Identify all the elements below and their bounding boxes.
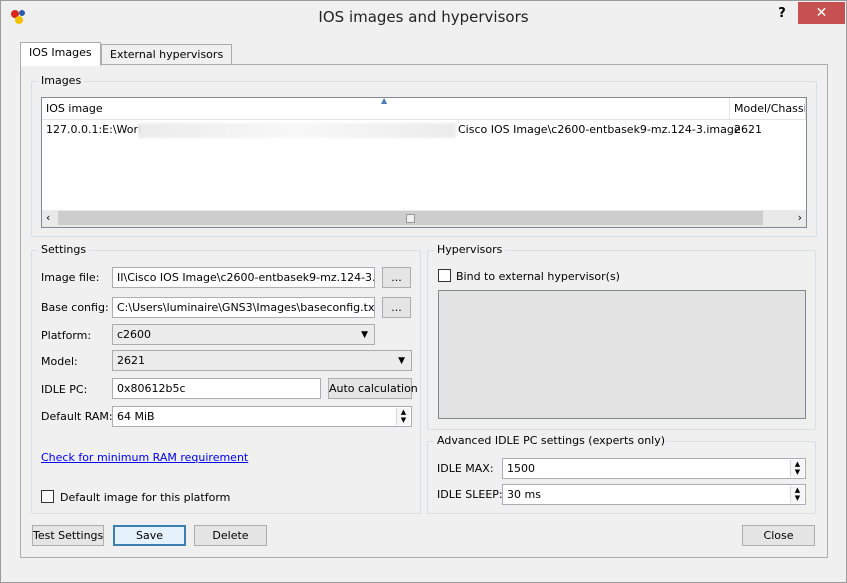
settings-group-label: Settings [38, 243, 90, 256]
chevron-down-icon: ▼ [398, 356, 405, 366]
base-config-label: Base config: [41, 301, 109, 314]
help-button[interactable]: ? [767, 3, 797, 25]
idle-sleep-label: IDLE SLEEP: [437, 488, 503, 501]
horizontal-scrollbar[interactable]: ‹ › [42, 210, 806, 227]
images-table[interactable]: IOS image ▲ Model/Chassis 127.0.0.1:E:\W… [41, 97, 807, 228]
bind-hypervisor-label: Bind to external hypervisor(s) [456, 270, 620, 283]
window-close-button[interactable]: ✕ [798, 2, 845, 24]
auto-calculation-button[interactable]: Auto calculation [328, 378, 418, 399]
platform-label: Platform: [41, 329, 92, 342]
scroll-left-icon[interactable]: ‹ [46, 211, 50, 224]
test-settings-button[interactable]: Test Settings [32, 525, 104, 546]
table-row[interactable]: 127.0.0.1:E:\Work Cisco IOS Image\c2600-… [42, 122, 806, 139]
idle-pc-label: IDLE PC: [41, 383, 88, 396]
scroll-right-icon[interactable]: › [798, 211, 802, 224]
idle-max-spinbox[interactable]: 1500 ▲ ▼ [502, 458, 806, 479]
model-value: 2621 [117, 354, 145, 367]
hypervisors-group-label: Hypervisors [434, 243, 506, 256]
row-model: 2621 [734, 123, 762, 136]
column-header-model[interactable]: Model/Chassis [730, 98, 806, 120]
save-button[interactable]: Save [113, 525, 186, 546]
idle-sleep-spinbox[interactable]: 30 ms ▲ ▼ [502, 484, 806, 505]
chevron-down-icon: ▼ [361, 330, 368, 340]
platform-value: c2600 [117, 328, 152, 341]
tab-pane-ios-images: Images IOS image ▲ Model/Chassis 127.0.0… [20, 64, 828, 558]
column-header-label: IOS image [46, 102, 103, 115]
sort-ascending-icon: ▲ [381, 98, 388, 105]
spin-arrows-icon[interactable]: ▲ ▼ [790, 486, 804, 503]
default-ram-value: 64 MiB [117, 410, 155, 423]
redacted-path-area [138, 123, 456, 138]
default-ram-spinbox[interactable]: 64 MiB ▲ ▼ [112, 406, 412, 427]
advanced-idle-pc-group: Advanced IDLE PC settings (experts only)… [427, 434, 816, 514]
base-config-browse-button[interactable]: ... [382, 297, 411, 318]
ram-requirement-link[interactable]: Check for minimum RAM requirement [41, 451, 248, 464]
idle-sleep-value: 30 ms [507, 488, 541, 501]
spin-arrows-icon[interactable]: ▲ ▼ [396, 408, 410, 425]
default-ram-label: Default RAM: [41, 410, 113, 423]
tab-ios-images[interactable]: IOS Images [20, 42, 101, 66]
platform-select[interactable]: c2600 ▼ [112, 324, 375, 345]
hypervisors-group: Hypervisors Bind to external hypervisor(… [427, 243, 816, 430]
default-image-checkbox[interactable] [41, 490, 54, 503]
idle-pc-input[interactable]: 0x80612b5c [112, 378, 321, 399]
idle-max-label: IDLE MAX: [437, 462, 494, 475]
default-image-label: Default image for this platform [60, 491, 231, 504]
model-label: Model: [41, 355, 78, 368]
close-button[interactable]: Close [742, 525, 815, 546]
idle-max-value: 1500 [507, 462, 535, 475]
image-file-label: Image file: [41, 271, 100, 284]
image-file-browse-button[interactable]: ... [382, 267, 411, 288]
bind-hypervisor-checkbox[interactable] [438, 269, 451, 282]
tab-external-hypervisors[interactable]: External hypervisors [101, 44, 233, 64]
row-image-prefix: 127.0.0.1:E:\Work [46, 123, 145, 136]
scroll-grip-icon [406, 214, 415, 223]
spin-arrows-icon[interactable]: ▲ ▼ [790, 460, 804, 477]
base-config-input[interactable]: C:\Users\luminaire\GNS3\Images\baseconfi… [112, 297, 375, 318]
image-file-input[interactable]: II\Cisco IOS Image\c2600-entbasek9-mz.12… [112, 267, 375, 288]
window-title: IOS images and hypervisors [318, 8, 529, 26]
delete-button[interactable]: Delete [194, 525, 267, 546]
images-group-label: Images [38, 74, 85, 87]
column-header-ios-image[interactable]: IOS image ▲ [42, 98, 730, 120]
dialog-window: IOS images and hypervisors ? ✕ IOS Image… [0, 0, 847, 583]
advanced-group-label: Advanced IDLE PC settings (experts only) [434, 434, 669, 447]
settings-group: Settings Image file: II\Cisco IOS Image\… [31, 243, 421, 514]
row-image-suffix: Cisco IOS Image\c2600-entbasek9-mz.124-3… [458, 123, 741, 136]
hypervisor-list[interactable] [438, 290, 806, 419]
images-group: Images IOS image ▲ Model/Chassis 127.0.0… [31, 74, 817, 237]
title-bar: IOS images and hypervisors ? ✕ [1, 1, 846, 31]
model-select[interactable]: 2621 ▼ [112, 350, 412, 371]
